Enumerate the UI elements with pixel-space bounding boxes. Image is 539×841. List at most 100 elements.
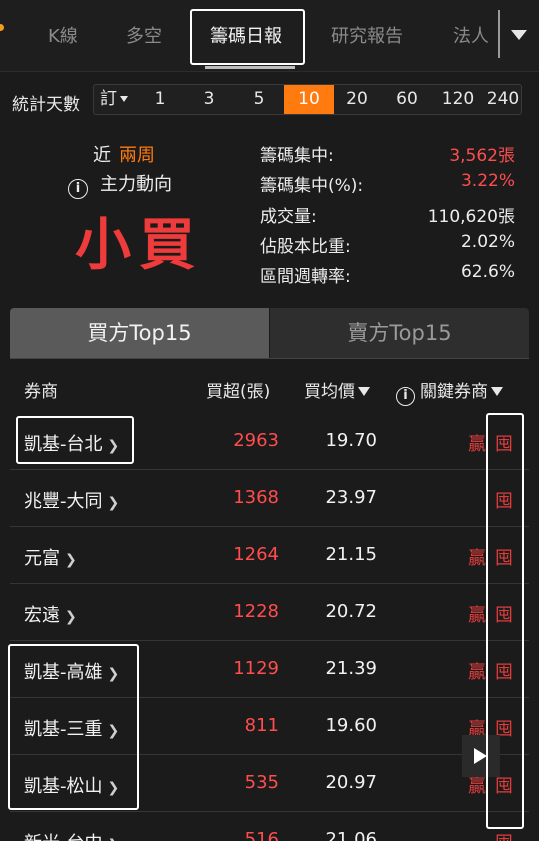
tab-sell-top15[interactable]: 賣方Top15	[270, 308, 529, 358]
caret-down-icon	[511, 30, 527, 40]
avg-price-value: 20.72	[325, 601, 377, 622]
table-row[interactable]: 新光-台中❯ 516 21.06 囤	[10, 812, 529, 841]
avg-price-value: 19.70	[325, 430, 377, 451]
hoard-badge[interactable]: 囤	[495, 487, 513, 513]
period-text: 近兩周	[93, 145, 155, 166]
table-row[interactable]: 凱基-高雄 ❯ 1129 21.39 贏 囤	[10, 641, 529, 698]
win-badge[interactable]: 贏	[468, 430, 486, 456]
hoard-badge[interactable]: 囤	[495, 829, 513, 841]
stat-value-concentration: 3,562張	[449, 146, 515, 166]
broker-name[interactable]: 凱基-松山 ❯	[24, 772, 119, 798]
net-buy-value: 1264	[233, 544, 279, 565]
chevron-right-icon: ❯	[107, 495, 120, 511]
tab-research-report[interactable]: 研究報告	[331, 22, 403, 48]
net-buy-value: 811	[244, 715, 279, 736]
expand-button[interactable]	[462, 735, 500, 777]
avg-price-value: 19.60	[325, 715, 377, 736]
broker-name[interactable]: 宏遠 ❯	[24, 601, 77, 627]
header-key-broker[interactable]: i 關鍵券商	[396, 377, 503, 406]
info-icon[interactable]: i	[68, 179, 88, 199]
win-badge[interactable]: 贏	[468, 658, 486, 684]
tab-kline[interactable]: K線	[48, 22, 78, 48]
hoard-badge[interactable]: 囤	[495, 601, 513, 627]
win-badge[interactable]: 贏	[468, 544, 486, 570]
indicator-dot	[0, 24, 4, 31]
stat-label-volume: 成交量:	[260, 207, 317, 227]
broker-name[interactable]: 凱基-三重 ❯	[24, 715, 119, 741]
stat-label-share-ratio: 佔股本比重:	[260, 237, 351, 257]
hoard-badge[interactable]: 囤	[495, 430, 513, 456]
day-option-3[interactable]: 3	[189, 85, 229, 114]
net-buy-value: 2963	[233, 430, 279, 451]
tab-buy-top15[interactable]: 買方Top15	[10, 308, 269, 358]
tab-institutional[interactable]: 法人	[453, 22, 498, 48]
active-tab-underline	[205, 66, 295, 69]
broker-name[interactable]: 新光-台中❯	[24, 829, 119, 841]
day-option-5[interactable]: 5	[239, 85, 279, 114]
tabs-dropdown-button[interactable]	[500, 0, 539, 70]
header-net-buy[interactable]: 買超(張)	[206, 377, 270, 402]
table-row[interactable]: 凱基-三重 ❯ 811 19.60 贏 囤	[10, 698, 529, 755]
win-badge[interactable]: 贏	[468, 601, 486, 627]
day-option-custom[interactable]: 訂	[94, 85, 134, 114]
main-force-label: 主力動向	[100, 174, 172, 195]
main-force-direction[interactable]: i 主力動向	[68, 170, 172, 199]
stat-value-share-ratio: 2.02%	[460, 232, 515, 252]
chevron-right-icon: ❯	[107, 780, 120, 796]
divider	[10, 358, 529, 359]
broker-name[interactable]: 元富 ❯	[24, 544, 77, 570]
stat-value-concentration-pct: 3.22%	[460, 171, 515, 191]
day-option-1[interactable]: 1	[140, 85, 180, 114]
day-option-60[interactable]: 60	[387, 85, 427, 114]
avg-price-value: 21.39	[325, 658, 377, 679]
broker-name[interactable]: 兆豐-大同 ❯	[24, 487, 119, 513]
net-buy-value: 516	[244, 829, 279, 841]
stat-label-concentration: 籌碼集中:	[260, 146, 334, 166]
header-broker: 券商	[24, 382, 58, 402]
days-selector: 訂 1 3 5 10 20 60 120 240	[93, 84, 522, 115]
caret-down-icon	[491, 387, 503, 396]
day-option-20[interactable]: 20	[337, 85, 377, 114]
chevron-right-icon: ❯	[65, 609, 77, 625]
net-buy-value: 535	[244, 772, 279, 793]
days-label: 統計天數	[12, 95, 80, 115]
stat-value-volume: 110,620張	[427, 207, 515, 227]
chevron-right-icon: ❯	[107, 438, 120, 454]
table-row[interactable]: 元富 ❯ 1264 21.15 贏 囤	[10, 527, 529, 584]
hoard-badge[interactable]: 囤	[495, 544, 513, 570]
play-icon	[474, 748, 487, 764]
caret-down-icon	[120, 96, 128, 102]
chevron-right-icon: ❯	[65, 552, 77, 568]
net-buy-value: 1228	[233, 601, 279, 622]
day-option-240[interactable]: 240	[484, 85, 522, 114]
avg-price-value: 21.15	[325, 544, 377, 565]
stat-label-concentration-pct: 籌碼集中(%):	[260, 176, 364, 196]
stat-label-turnover: 區間週轉率:	[260, 267, 351, 287]
chevron-right-icon: ❯	[108, 837, 120, 841]
hoard-badge[interactable]: 囤	[495, 658, 513, 684]
table-row[interactable]: 凱基-台北 ❯ 2963 19.70 贏 囤	[10, 413, 529, 470]
day-option-120[interactable]: 120	[436, 85, 480, 114]
chevron-right-icon: ❯	[107, 666, 120, 682]
top-tab-bar: K線 多空 籌碼日報 研究報告 法人	[0, 0, 539, 72]
table-row[interactable]: 凱基-松山 ❯ 535 20.97 贏 囤	[10, 755, 529, 812]
net-buy-value: 1129	[233, 658, 279, 679]
avg-price-value: 23.97	[325, 487, 377, 508]
table-row[interactable]: 兆豐-大同 ❯ 1368 23.97 囤	[10, 470, 529, 527]
signal-text: 小買	[75, 213, 203, 278]
table-row[interactable]: 宏遠 ❯ 1228 20.72 贏 囤	[10, 584, 529, 641]
stat-value-turnover: 62.6%	[460, 262, 515, 282]
chevron-right-icon: ❯	[107, 723, 120, 739]
header-avg-price[interactable]: 買均價	[304, 377, 370, 402]
avg-price-value: 20.97	[325, 772, 377, 793]
broker-name[interactable]: 凱基-台北 ❯	[24, 430, 119, 456]
highlight-box-tab	[190, 9, 305, 65]
tab-long-short[interactable]: 多空	[126, 22, 162, 48]
info-icon[interactable]: i	[396, 387, 415, 406]
period-highlight: 兩周	[119, 145, 155, 166]
avg-price-value: 21.06	[325, 829, 377, 841]
day-option-10[interactable]: 10	[284, 85, 334, 114]
broker-name[interactable]: 凱基-高雄 ❯	[24, 658, 119, 684]
net-buy-value: 1368	[233, 487, 279, 508]
caret-down-icon	[358, 387, 370, 396]
